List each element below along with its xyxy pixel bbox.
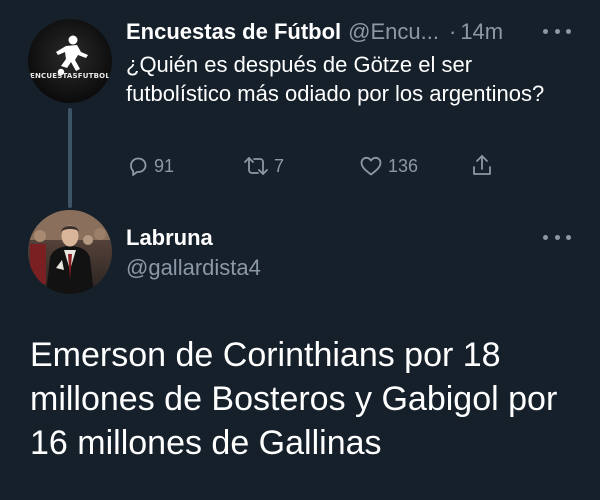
like-count: 136	[388, 155, 419, 176]
parent-avatar[interactable]: ENCUESTASFUTBOL	[28, 19, 112, 103]
avatar-wordmark: ENCUESTASFUTBOL	[30, 72, 110, 80]
reply-tweet-text: Emerson de Corinthians por 18 millones d…	[30, 336, 558, 462]
share-button[interactable]	[470, 152, 494, 180]
retweet-button[interactable]: 7	[242, 152, 284, 180]
parent-timestamp[interactable]: 14m	[460, 18, 503, 46]
person-photo-icon	[28, 210, 112, 294]
reply-avatar[interactable]	[28, 210, 112, 294]
reply-more-options-button[interactable]	[543, 230, 571, 244]
parent-tweet-text: ¿Quién es después de Götze el ser futbol…	[126, 52, 545, 106]
parent-handle[interactable]: @Encu...	[348, 18, 439, 46]
parent-display-name[interactable]: Encuestas de Fútbol	[126, 18, 341, 46]
like-button[interactable]: 136	[358, 152, 418, 180]
reply-handle[interactable]: @gallardista4	[126, 254, 261, 282]
share-icon	[473, 155, 491, 175]
tweet-thread: ENCUESTASFUTBOL Encuestas de Fútbol @Enc…	[0, 0, 600, 500]
more-dot	[543, 28, 548, 34]
time-separator: ·	[448, 19, 457, 44]
more-dot	[543, 234, 548, 240]
thread-connector-line	[68, 108, 72, 208]
parent-tweet-actions: 91 7 136	[126, 152, 506, 180]
heart-icon	[360, 156, 382, 176]
reply-display-name[interactable]: Labruna	[126, 224, 213, 252]
parent-more-options-button[interactable]	[543, 24, 571, 38]
more-dot	[554, 28, 560, 34]
soccer-player-logo-icon	[56, 35, 88, 76]
more-dot	[554, 234, 560, 240]
reply-button[interactable]: 91	[126, 152, 174, 180]
reply-count: 91	[154, 155, 175, 176]
more-dot	[566, 234, 571, 240]
retweet-icon	[244, 157, 268, 175]
more-dot	[566, 28, 571, 34]
parent-tweet-header: Encuestas de Fútbol @Encu... · 14m	[126, 18, 571, 46]
reply-icon	[130, 157, 147, 176]
retweet-count: 7	[274, 155, 285, 176]
